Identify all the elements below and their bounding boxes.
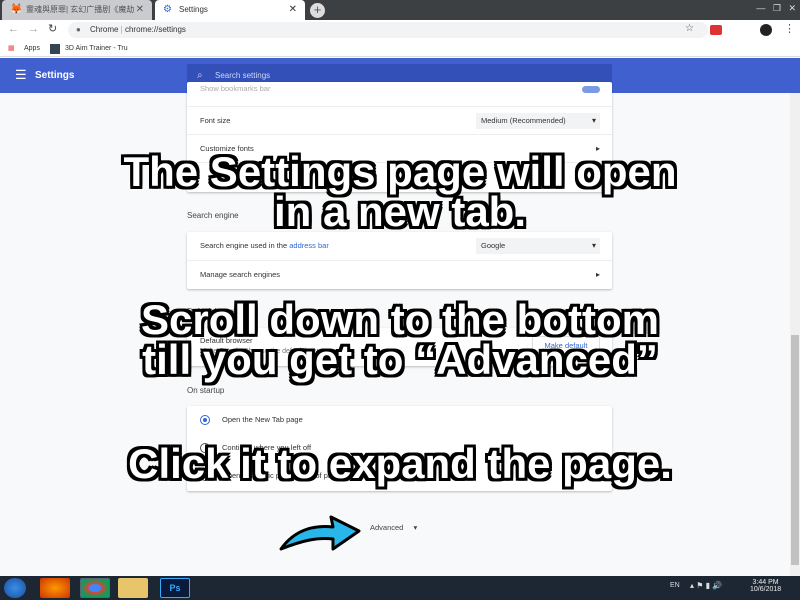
adblock-icon[interactable] bbox=[710, 25, 722, 35]
overlay-text: Scroll down to the bottom till you get to… bbox=[141, 296, 659, 383]
bookmark-apps[interactable]: Apps bbox=[24, 40, 40, 57]
tab-music[interactable]: 🦊 靈魂與原罪| 玄幻广播剧《魔劫 ✕ bbox=[2, 0, 152, 20]
page-title: Settings bbox=[35, 70, 75, 81]
section-label-on-startup: On startup bbox=[187, 386, 225, 395]
menu-icon[interactable]: ⋮ bbox=[784, 22, 795, 35]
font-size-row: Font size Medium (Recommended) ▾ bbox=[187, 106, 612, 134]
gear-icon: ⚙ bbox=[163, 4, 172, 15]
font-size-select[interactable]: Medium (Recommended) ▾ bbox=[476, 113, 600, 129]
address-bar-link[interactable]: address bar bbox=[289, 241, 329, 250]
hamburger-menu-icon[interactable]: ☰ bbox=[15, 67, 27, 83]
forward-icon[interactable]: → bbox=[28, 23, 39, 35]
back-icon[interactable]: ← bbox=[8, 23, 19, 35]
startup-option[interactable]: Open the New Tab page bbox=[187, 406, 612, 434]
fox-icon: 🦊 bbox=[10, 4, 23, 15]
close-tab-icon[interactable]: ✕ bbox=[136, 0, 144, 20]
apps-icon: ▦ bbox=[8, 45, 15, 52]
dropdown-icon: ▾ bbox=[591, 241, 596, 250]
language-indicator[interactable]: EN bbox=[670, 582, 680, 589]
close-tab-icon[interactable]: ✕ bbox=[289, 0, 297, 20]
clock[interactable]: 3:44 PM 10/6/2018 bbox=[750, 579, 781, 593]
file-explorer-icon[interactable] bbox=[118, 578, 148, 598]
profile-avatar[interactable] bbox=[760, 24, 772, 36]
search-engine-card: Search engine used in the address bar Goo… bbox=[187, 232, 612, 289]
show-bookmarks-row[interactable]: Show bookmarks bar bbox=[187, 82, 612, 106]
firefox-icon[interactable] bbox=[40, 578, 70, 598]
window-controls[interactable]: — ❐ ✕ bbox=[756, 3, 796, 14]
toggle-switch[interactable] bbox=[582, 86, 600, 93]
overlay-text: Click it to expand the page. bbox=[128, 440, 672, 487]
dropdown-icon: ▾ bbox=[413, 523, 418, 532]
overlay-text: The Settings page will open in a new tab. bbox=[123, 148, 677, 235]
site-info-icon: ● bbox=[76, 25, 81, 34]
chrome-icon[interactable] bbox=[80, 578, 110, 598]
search-engine-select[interactable]: Google ▾ bbox=[476, 238, 600, 254]
new-tab-button[interactable]: + bbox=[310, 3, 325, 18]
radio-checked[interactable] bbox=[200, 415, 210, 425]
arrow-icon bbox=[279, 515, 361, 551]
search-engine-row: Search engine used in the address bar Goo… bbox=[187, 232, 612, 260]
bookmark-favicon-icon bbox=[50, 44, 60, 54]
scrollbar-thumb[interactable] bbox=[791, 335, 799, 565]
bookmarks-bar: ▦ Apps 3D Aim Trainer - Tru bbox=[0, 40, 800, 57]
bookmark-aim-trainer[interactable]: 3D Aim Trainer - Tru bbox=[65, 40, 128, 57]
star-icon[interactable]: ☆ bbox=[685, 23, 694, 34]
tray-icons[interactable]: ▴ ⚑ ▮ 🔊 bbox=[690, 581, 722, 590]
manage-search-engines-row[interactable]: Manage search engines ▸ bbox=[187, 260, 612, 288]
start-button[interactable] bbox=[4, 578, 26, 598]
chevron-right-icon: ▸ bbox=[595, 270, 600, 279]
dropdown-icon: ▾ bbox=[591, 116, 596, 125]
advanced-button[interactable]: Advanced ▾ bbox=[370, 523, 417, 532]
reload-icon[interactable]: ↻ bbox=[48, 22, 57, 35]
address-bar[interactable]: ● Chrome | chrome://settings bbox=[68, 22, 708, 38]
photoshop-icon[interactable]: Ps bbox=[160, 578, 190, 598]
tab-settings[interactable]: ⚙ Settings ✕ bbox=[155, 0, 305, 20]
